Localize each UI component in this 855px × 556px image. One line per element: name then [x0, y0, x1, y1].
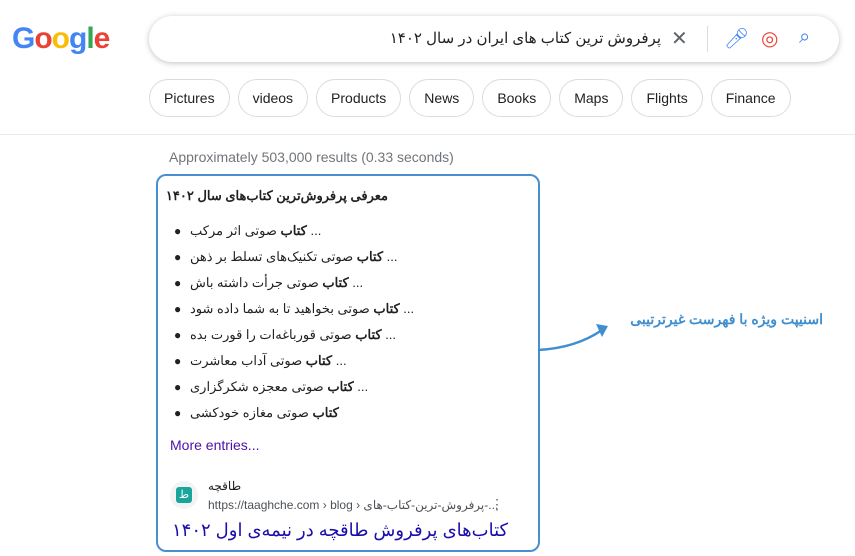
clear-icon[interactable]: ✕ — [671, 26, 688, 51]
list-item: ●... کتاب صوتی آداب معاشرت — [174, 348, 414, 374]
bullet-icon: ● — [174, 380, 182, 394]
more-options-icon[interactable]: ⋮ — [490, 496, 504, 513]
site-favicon: ط — [170, 481, 198, 509]
item-bold: کتاب — [312, 405, 339, 420]
search-icon[interactable]: ⌕ — [799, 26, 810, 49]
item-bold: کتاب — [305, 353, 333, 368]
chip-books[interactable]: Books — [482, 79, 552, 117]
chip-finance[interactable]: Finance — [710, 79, 791, 117]
snippet-title: معرفی پرفروش‌ترین کتاب‌های سال ۱۴۰۲ — [165, 188, 388, 203]
ellipsis: ... — [381, 327, 397, 342]
divider — [0, 134, 855, 135]
more-entries-link[interactable]: More entries... — [170, 437, 259, 453]
item-text: ... کتاب صوتی معجزه شکرگزاری — [190, 379, 368, 395]
chip-products[interactable]: Products — [316, 79, 402, 117]
item-rest: صوتی آداب معاشرت — [190, 353, 306, 368]
bullet-icon: ● — [174, 250, 182, 264]
filter-chips: Pictures videos Products News Books Maps… — [149, 79, 791, 117]
lens-icon[interactable]: ◎ — [761, 26, 778, 51]
result-title-link[interactable]: کتاب‌های پرفروش طاقچه در نیمه‌ی اول ۱۴۰۲ — [172, 520, 508, 541]
microphone-icon[interactable]: 🎤︎ — [724, 26, 749, 51]
item-rest: صوتی اثر مرکب — [190, 223, 281, 238]
item-text: ... کتاب صوتی جرأت داشته باش — [190, 275, 363, 291]
bullet-icon: ● — [174, 224, 182, 238]
ellipsis: ... — [353, 379, 369, 394]
bullet-icon: ● — [174, 302, 182, 316]
item-rest: صوتی معجزه شکرگزاری — [190, 379, 328, 394]
ellipsis: ... — [399, 301, 415, 316]
site-name: طاقچه — [208, 479, 242, 493]
item-bold: کتاب — [373, 301, 400, 316]
site-url[interactable]: https://taaghche.com › blog › پرفروش-تری… — [208, 498, 498, 512]
item-bold: کتاب — [327, 379, 354, 394]
chip-videos[interactable]: videos — [237, 79, 309, 117]
item-bold: کتاب — [355, 327, 382, 342]
featured-snippet: معرفی پرفروش‌ترین کتاب‌های سال ۱۴۰۲ ●...… — [156, 174, 540, 552]
item-text: ... کتاب صوتی بخواهید تا به شما داده شود — [190, 301, 414, 317]
google-logo[interactable]: Google — [12, 22, 110, 56]
list-item: ●... کتاب صوتی قورباغه‌ات را قورت بده — [174, 322, 414, 348]
item-rest: صوتی بخواهید تا به شما داده شود — [190, 301, 374, 316]
snippet-list: ●... کتاب صوتی اثر مرکب ●... کتاب صوتی تک… — [158, 218, 414, 426]
list-item: ●... کتاب صوتی تکنیک‌های تسلط بر ذهن — [174, 244, 414, 270]
item-text: ... کتاب صوتی آداب معاشرت — [190, 353, 347, 369]
bullet-icon: ● — [174, 276, 182, 290]
list-item: ●... کتاب صوتی معجزه شکرگزاری — [174, 374, 414, 400]
bullet-icon: ● — [174, 354, 182, 368]
list-item: ●... کتاب صوتی بخواهید تا به شما داده شو… — [174, 296, 414, 322]
item-bold: کتاب — [322, 275, 349, 290]
ellipsis: ... — [306, 223, 322, 238]
item-rest: صوتی قورباغه‌ات را قورت بده — [190, 327, 356, 342]
chip-flights[interactable]: Flights — [631, 79, 703, 117]
ellipsis: ... — [332, 353, 347, 368]
result-stats: Approximately 503,000 results (0.33 seco… — [169, 149, 454, 165]
bullet-icon: ● — [174, 406, 182, 420]
item-rest: صوتی مغازه خودکشی — [190, 405, 313, 420]
item-text: ... کتاب صوتی قورباغه‌ات را قورت بده — [190, 327, 396, 343]
item-text: کتاب صوتی مغازه خودکشی — [190, 405, 339, 421]
item-rest: صوتی جرأت داشته باش — [190, 275, 323, 290]
item-bold: کتاب — [280, 223, 307, 238]
list-item: ●... کتاب صوتی جرأت داشته باش — [174, 270, 414, 296]
list-item: ● کتاب صوتی مغازه خودکشی — [174, 400, 414, 426]
divider — [707, 26, 708, 52]
search-input[interactable]: پرفروش ترین کتاب های ایران در سال ۱۴۰۲ — [390, 29, 661, 47]
item-text: ... کتاب صوتی تکنیک‌های تسلط بر ذهن — [190, 249, 398, 265]
ellipsis: ... — [383, 249, 398, 264]
list-item: ●... کتاب صوتی اثر مرکب — [174, 218, 414, 244]
annotation-label: اسنیپت ویژه با فهرست غیرترتیبی — [630, 311, 823, 327]
chip-pictures[interactable]: Pictures — [149, 79, 230, 117]
search-box[interactable]: پرفروش ترین کتاب های ایران در سال ۱۴۰۲ ✕… — [149, 16, 839, 62]
chip-news[interactable]: News — [409, 79, 475, 117]
item-bold: کتاب — [356, 249, 384, 264]
item-text: ... کتاب صوتی اثر مرکب — [190, 223, 321, 239]
item-rest: صوتی تکنیک‌های تسلط بر ذهن — [190, 249, 357, 264]
chip-maps[interactable]: Maps — [559, 79, 624, 117]
bullet-icon: ● — [174, 328, 182, 342]
ellipsis: ... — [348, 275, 364, 290]
arrow-icon — [537, 324, 608, 352]
